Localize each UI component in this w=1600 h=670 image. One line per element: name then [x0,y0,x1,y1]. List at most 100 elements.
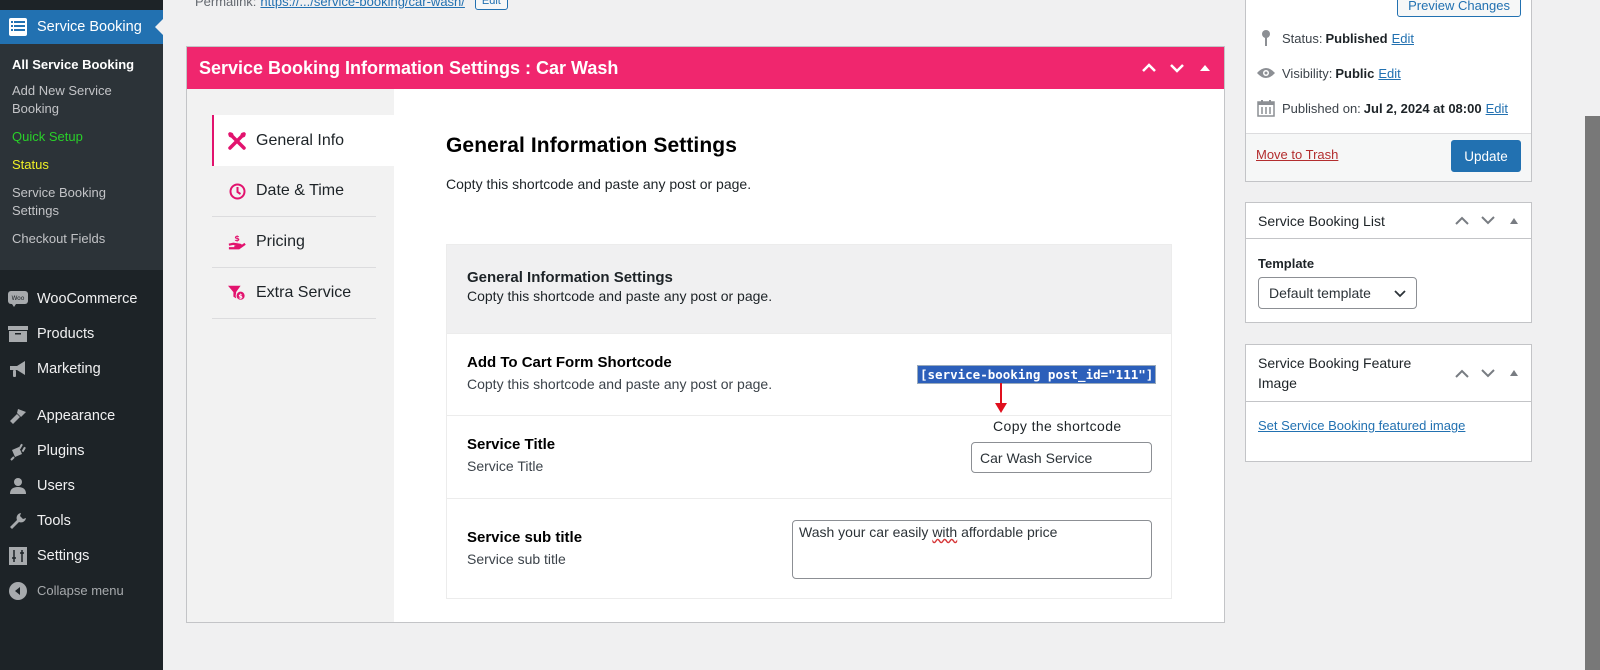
eye-icon [1256,63,1276,83]
tab-date-time[interactable]: Date & Time [212,166,376,217]
page-scrollbar[interactable] [1585,116,1600,670]
template-selected-value: Default template [1269,285,1371,301]
sidebox-handles [1451,210,1531,232]
admin-sidebar: Service Booking All Service Booking Add … [0,0,163,670]
hand-dollar-icon: $ [228,233,246,251]
toggle-panel-icon[interactable] [1503,210,1525,232]
menu-service-booking[interactable]: Service Booking [0,10,163,44]
move-up-icon[interactable] [1138,57,1160,79]
archive-icon [8,324,28,344]
published-edit-link[interactable]: Edit [1486,101,1508,116]
plug-icon [8,441,28,461]
service-settings-postbox: Service Booking Information Settings : C… [186,46,1225,623]
shortcode-row: Add To Cart Form Shortcode Copty this sh… [447,333,1171,415]
submenu-add-new[interactable]: Add New Service Booking [0,78,130,122]
submenu-settings[interactable]: Service Booking Settings [0,180,130,224]
section-title: General Information Settings [446,134,738,157]
menu-tools[interactable]: Tools [0,503,163,538]
menu-label: Plugins [37,442,85,459]
tab-general-info[interactable]: General Info [212,115,395,166]
menu-label: Users [37,477,75,494]
permalink-edit-button[interactable]: Edit [474,0,508,10]
menu-label: Settings [37,547,90,564]
sidebox-title: Service Booking List [1258,212,1385,229]
menu-marketing[interactable]: Marketing [0,351,163,386]
move-down-icon[interactable] [1477,210,1499,232]
tab-content: General Information Settings Copty this … [394,89,1224,622]
paintbrush-icon [8,406,28,426]
settings-box-header: General Information Settings Copty this … [447,245,1171,333]
status-edit-link[interactable]: Edit [1392,31,1414,46]
move-up-icon[interactable] [1451,210,1473,232]
toggle-panel-icon[interactable] [1194,57,1216,79]
collapse-menu-button[interactable]: Collapse menu [0,573,163,608]
move-down-icon[interactable] [1477,362,1499,384]
collapse-icon [8,581,28,601]
pin-icon [1256,28,1276,48]
annotation-copy-shortcode: Copy the shortcode [993,418,1122,434]
user-icon [8,476,28,496]
submenu-status[interactable]: Status [0,152,163,178]
postbox-header: Service Booking Information Settings : C… [187,47,1224,89]
menu-plugins[interactable]: Plugins [0,433,163,468]
visibility-edit-link[interactable]: Edit [1378,66,1400,81]
sliders-icon [8,546,28,566]
list-icon [8,17,28,37]
settings-box: General Information Settings Copty this … [446,244,1172,599]
status-label: Status: [1282,30,1323,46]
publish-box: Preview Changes Status: Published Edit Vis… [1245,0,1532,182]
submenu: All Service Booking Add New Service Book… [0,44,163,270]
permalink-link[interactable]: https://.../service-booking/car-wash/ [260,0,464,9]
published-value: Jul 2, 2024 at 08:00 [1363,100,1482,116]
update-button[interactable]: Update [1451,140,1521,172]
submenu-all-service-booking[interactable]: All Service Booking [0,52,163,78]
submenu-quick-setup[interactable]: Quick Setup [0,124,163,150]
status-value: Published [1325,30,1388,46]
move-up-icon[interactable] [1451,362,1473,384]
tab-label: General Info [256,131,345,149]
svg-text:Woo: Woo [12,295,25,302]
tab-pricing[interactable]: $ Pricing [212,217,376,268]
move-down-icon[interactable] [1166,57,1188,79]
menu-label: WooCommerce [37,290,138,307]
sidebox-title: Service Booking Feature Image [1258,355,1412,391]
wrench-icon [8,511,28,531]
sidebox-header: Service Booking Feature Image [1246,345,1531,402]
menu-appearance[interactable]: Appearance [0,398,163,433]
service-title-input[interactable] [971,442,1152,473]
sidebox-header: Service Booking List [1246,203,1531,239]
preview-changes-button[interactable]: Preview Changes [1397,0,1521,17]
template-label: Template [1258,256,1315,271]
clock-icon [228,182,246,200]
menu-settings[interactable]: Settings [0,538,163,573]
template-select[interactable]: Default template [1258,277,1417,309]
menu-users[interactable]: Users [0,468,163,503]
funnel-dollar-icon: $ [228,284,246,302]
feature-image-box: Service Booking Feature Image Set Servic… [1245,344,1532,462]
settings-box-description: Copty this shortcode and paste any post … [467,288,773,304]
published-on-line: Published on: Jul 2, 2024 at 08:00 Edit [1256,98,1508,118]
visibility-line: Visibility: Public Edit [1256,63,1401,83]
set-featured-image-link[interactable]: Set Service Booking featured image [1258,418,1465,433]
publish-actions: Move to Trash Update [1246,133,1531,181]
calendar-icon [1256,98,1276,118]
menu-label: Tools [37,512,71,529]
settings-box-title: General Information Settings [467,269,673,286]
visibility-label: Visibility: [1282,65,1333,81]
menu-label: Appearance [37,407,116,424]
shortcode-text[interactable]: [service-booking post_id="111"] [917,365,1157,384]
tab-label: Date & Time [256,182,345,199]
menu-products[interactable]: Products [0,316,163,351]
menu-label: Marketing [37,360,101,377]
section-description: Copty this shortcode and paste any post … [446,176,752,192]
service-subtitle-textarea[interactable]: Wash your car easily with affordable pri… [792,520,1152,579]
submenu-checkout-fields[interactable]: Checkout Fields [0,226,163,252]
menu-woocommerce[interactable]: Woo WooCommerce [0,281,163,316]
move-to-trash-link[interactable]: Move to Trash [1256,147,1338,162]
tab-label: Extra Service [256,284,352,301]
toggle-panel-icon[interactable] [1503,362,1525,384]
annotation-arrow [995,383,1007,413]
tab-extra-service[interactable]: $ Extra Service [212,268,376,319]
tab-label: Pricing [256,233,305,250]
permalink-label: Permalink: [195,0,257,9]
